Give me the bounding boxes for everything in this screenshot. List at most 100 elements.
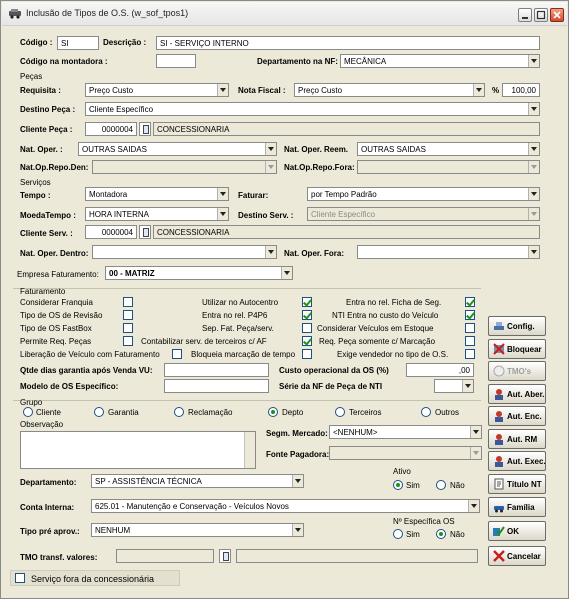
- nat-dentro-select[interactable]: [92, 245, 277, 259]
- check-ficha-seg[interactable]: [465, 297, 475, 307]
- chevron-down-icon: [217, 188, 228, 200]
- check-liberacao[interactable]: [172, 349, 182, 359]
- nat-fora-select[interactable]: [357, 245, 540, 259]
- ok-icon: [493, 526, 505, 536]
- aut-aber-button[interactable]: Aut. Aber.: [488, 384, 546, 404]
- check-veiculos-estoque[interactable]: [465, 323, 475, 333]
- observacao-textarea[interactable]: [20, 431, 256, 469]
- nat-repo-den-select[interactable]: [92, 160, 277, 174]
- nat-oper-reem-select[interactable]: OUTRAS SAIDAS: [357, 142, 540, 156]
- check-exige-vendedor[interactable]: [465, 349, 475, 359]
- aut-enc-button[interactable]: Aut. Enc.: [488, 406, 546, 426]
- check-autocentro[interactable]: [302, 297, 312, 307]
- requisita-select[interactable]: Preço Custo: [85, 83, 229, 97]
- radio-grupo-terceiros-label: Terceiros: [349, 408, 382, 417]
- nota-fiscal-select[interactable]: Preço Custo: [294, 83, 485, 97]
- person-icon: [495, 389, 503, 400]
- radio-grupo-cliente[interactable]: [23, 407, 33, 417]
- moeda-tempo-select[interactable]: HORA INTERNA: [85, 207, 229, 221]
- departamento-select[interactable]: SP - ASSISTÊNCIA TÉCNICA: [91, 474, 304, 488]
- check-servico-fora-label: Serviço fora da concessionária: [31, 574, 155, 584]
- bloquear-button[interactable]: Bloquear: [488, 339, 546, 359]
- qtde-dias-input[interactable]: [164, 363, 269, 377]
- check-considerar-franquia[interactable]: [123, 297, 133, 307]
- segm-mercado-label: Segm. Mercado:: [266, 429, 328, 438]
- destino-peca-select[interactable]: Cliente Específico: [85, 102, 540, 116]
- observacao-label: Observação: [20, 420, 64, 429]
- radio-grupo-garantia[interactable]: [94, 407, 104, 417]
- cliente-peca-code-input[interactable]: 0000004: [85, 122, 137, 136]
- lookup-icon[interactable]: [139, 225, 151, 239]
- nota-fiscal-value: Preço Custo: [298, 86, 343, 95]
- conta-interna-select[interactable]: 625.01 - Manutenção e Conservação - Veíc…: [91, 499, 480, 513]
- radio-ativo-nao[interactable]: [436, 480, 446, 490]
- codigo-montadora-label: Código na montadora :: [20, 57, 108, 66]
- tempo-select[interactable]: Montadora: [85, 187, 229, 201]
- percent-input[interactable]: 100,00: [502, 83, 540, 97]
- tmos-button[interactable]: TMO's: [488, 361, 546, 381]
- nat-oper-select[interactable]: OUTRAS SAIDAS: [78, 142, 277, 156]
- check-nti-custo[interactable]: [465, 310, 475, 320]
- codigo-montadora-input[interactable]: [156, 54, 196, 68]
- config-button-label: Config.: [507, 322, 535, 331]
- modelo-os-input[interactable]: [164, 379, 269, 393]
- descricao-input[interactable]: SI - SERVIÇO INTERNO: [156, 36, 540, 50]
- departamento-nf-value: MECÂNICA: [344, 57, 387, 66]
- cliente-serv-code-input[interactable]: 0000004: [85, 225, 137, 239]
- titulo-nt-button[interactable]: Título NT: [488, 474, 546, 494]
- radio-grupo-outros[interactable]: [421, 407, 431, 417]
- observacao-scrollbar[interactable]: [244, 432, 255, 468]
- radio-especifica-sim[interactable]: [393, 529, 403, 539]
- radio-grupo-depto[interactable]: [268, 407, 278, 417]
- check-os-fastbox[interactable]: [123, 323, 133, 333]
- check-bloqueia[interactable]: [302, 349, 312, 359]
- radio-especifica-nao[interactable]: [436, 529, 446, 539]
- check-exige-vendedor-label: Exige vendedor no tipo de O.S.: [337, 350, 449, 359]
- close-button[interactable]: [550, 8, 564, 22]
- empresa-select[interactable]: 00 - MATRIZ: [105, 266, 293, 280]
- serie-nf-select[interactable]: [434, 379, 474, 393]
- cancelar-button-label: Cancelar: [507, 552, 541, 561]
- check-sep-fat[interactable]: [302, 323, 312, 333]
- config-button[interactable]: Config.: [488, 316, 546, 336]
- check-servico-fora[interactable]: [15, 573, 25, 583]
- codigo-input[interactable]: SI: [57, 36, 99, 50]
- title-bar[interactable]: Inclusão de Tipos de O.S. (w_sof_tpos1): [2, 2, 567, 26]
- tipo-pre-aprov-label: Tipo pré aprov.:: [20, 527, 80, 536]
- chevron-down-icon: [217, 208, 228, 220]
- check-os-revisao[interactable]: [123, 310, 133, 320]
- ok-button[interactable]: OK: [488, 521, 546, 541]
- cancelar-button[interactable]: Cancelar: [488, 546, 546, 566]
- faturar-select[interactable]: por Tempo Padrão: [307, 187, 540, 201]
- aut-rm-button[interactable]: Aut. RM: [488, 429, 546, 449]
- segm-mercado-select[interactable]: <NENHUM>: [329, 425, 482, 439]
- tipo-pre-aprov-select[interactable]: NENHUM: [91, 523, 304, 537]
- radio-grupo-terceiros[interactable]: [335, 407, 345, 417]
- tmo-transf-input[interactable]: [116, 549, 214, 563]
- destino-serv-select[interactable]: Cliente Específico: [307, 207, 540, 221]
- check-req-peca[interactable]: [465, 336, 475, 346]
- grupo-divider: [13, 400, 481, 401]
- chevron-down-icon: [281, 267, 292, 279]
- tmo-transf-label: TMO transf. valores:: [20, 553, 98, 562]
- minimize-button[interactable]: [518, 8, 532, 22]
- nat-repo-fora-select[interactable]: [357, 160, 540, 174]
- departamento-nf-select[interactable]: MECÂNICA: [340, 54, 540, 68]
- maximize-button[interactable]: [534, 8, 548, 22]
- aut-rm-button-label: Aut. RM: [507, 435, 538, 444]
- aut-enc-button-label: Aut. Enc.: [507, 412, 542, 421]
- fonte-pagadora-select[interactable]: [329, 446, 482, 460]
- check-p4p6[interactable]: [302, 310, 312, 320]
- familia-button[interactable]: Família: [488, 497, 546, 517]
- check-permite-req[interactable]: [123, 336, 133, 346]
- radio-grupo-reclamacao[interactable]: [174, 407, 184, 417]
- aut-exec-button[interactable]: Aut. Exec.: [488, 451, 546, 471]
- cliente-peca-name: CONCESSIONARIA: [153, 122, 540, 136]
- radio-grupo-garantia-label: Garantia: [108, 408, 139, 417]
- lookup-icon[interactable]: [139, 122, 151, 136]
- custo-operacional-input[interactable]: ,00: [406, 363, 474, 377]
- lookup-icon[interactable]: [219, 549, 231, 563]
- check-contabilizar[interactable]: [302, 336, 312, 346]
- chevron-down-icon: [528, 188, 539, 200]
- radio-ativo-sim[interactable]: [393, 480, 403, 490]
